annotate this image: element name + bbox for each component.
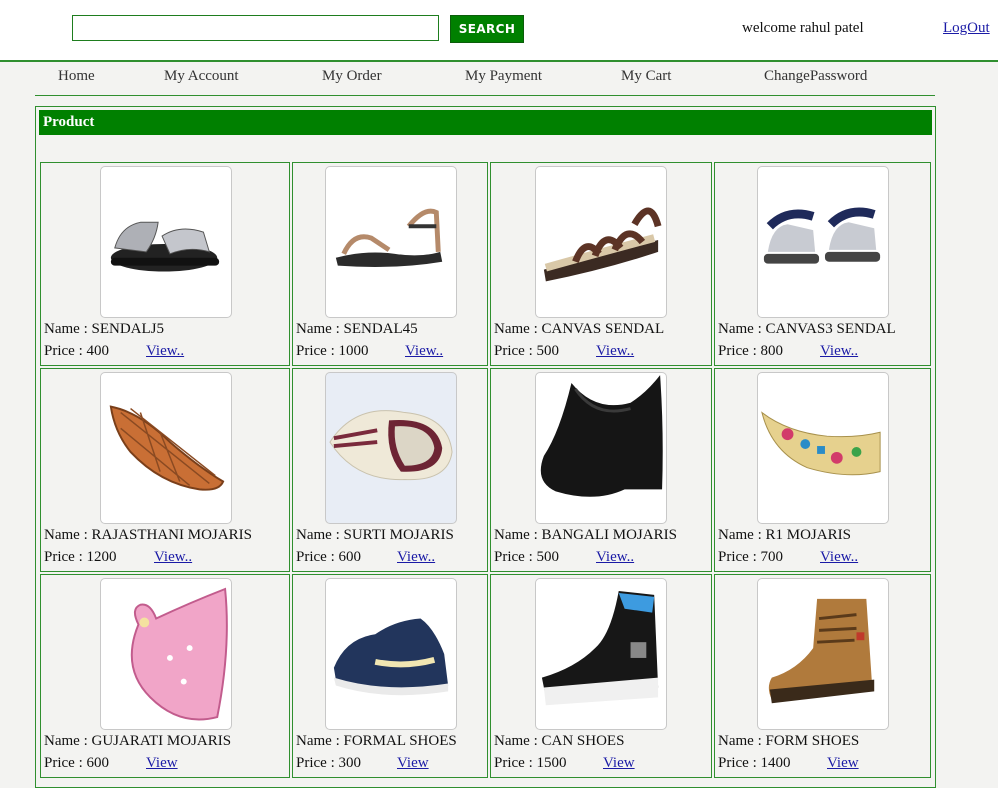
nav-my-account[interactable]: My Account	[164, 68, 239, 85]
sandal-icon	[335, 208, 443, 267]
view-link[interactable]: View..	[820, 343, 858, 360]
sandal-icon	[763, 207, 881, 264]
product-card: Name : SURTI MOJARIS Price : 600 View..	[292, 368, 488, 572]
view-link[interactable]: View..	[820, 549, 858, 566]
product-panel: Product Name : SENDALJ5 Price : 400 View…	[35, 106, 936, 788]
product-name: Name : FORMAL SHOES	[296, 733, 457, 749]
product-name: Name : CAN SHOES	[494, 733, 625, 749]
product-card: Name : BANGALI MOJARIS Price : 500 View.…	[490, 368, 712, 572]
nav-change-password[interactable]: ChangePassword	[764, 68, 867, 85]
product-price: Price : 1200	[44, 549, 117, 565]
product-price: Price : 1400	[718, 755, 791, 771]
product-price: Price : 300	[296, 755, 361, 771]
product-image[interactable]	[535, 166, 667, 318]
nav-my-cart[interactable]: My Cart	[621, 68, 671, 85]
mojari-icon	[130, 587, 228, 721]
view-link[interactable]: View..	[405, 343, 443, 360]
product-price: Price : 1000	[296, 343, 369, 359]
product-card: Name : GUJARATI MOJARIS Price : 600 View	[40, 574, 290, 778]
main-nav: Home My Account My Order My Payment My C…	[35, 61, 935, 96]
view-link[interactable]: View	[397, 755, 429, 772]
product-price: Price : 500	[494, 549, 559, 565]
mojari-icon	[761, 411, 881, 476]
sandal-icon	[110, 221, 220, 272]
product-image[interactable]	[325, 372, 457, 524]
product-price: Price : 700	[718, 549, 783, 565]
product-name: Name : SENDALJ5	[44, 321, 164, 337]
nav-my-payment[interactable]: My Payment	[465, 68, 542, 85]
view-link[interactable]: View..	[154, 549, 192, 566]
product-price: Price : 500	[494, 343, 559, 359]
product-price: Price : 800	[718, 343, 783, 359]
view-link[interactable]: View	[603, 755, 635, 772]
product-name: Name : SURTI MOJARIS	[296, 527, 454, 543]
product-card: Name : R1 MOJARIS Price : 700 View..	[714, 368, 931, 572]
view-link[interactable]: View..	[397, 549, 435, 566]
product-image[interactable]	[757, 166, 889, 318]
product-card: Name : FORMAL SHOES Price : 300 View	[292, 574, 488, 778]
shoe-icon	[333, 618, 449, 696]
search-button[interactable]: SEARCH	[450, 15, 524, 43]
shoe-icon	[541, 590, 659, 706]
product-image[interactable]	[535, 372, 667, 524]
product-image[interactable]	[757, 578, 889, 730]
product-image[interactable]	[325, 166, 457, 318]
mojari-icon	[329, 410, 453, 481]
product-image[interactable]	[757, 372, 889, 524]
logout-link[interactable]: LogOut	[943, 20, 990, 37]
product-name: Name : RAJASTHANI MOJARIS	[44, 527, 252, 543]
product-name: Name : CANVAS3 SENDAL	[718, 321, 896, 337]
product-price: Price : 400	[44, 343, 109, 359]
product-price: Price : 600	[44, 755, 109, 771]
view-link[interactable]: View..	[596, 343, 634, 360]
search-input[interactable]	[72, 15, 439, 41]
product-price: Price : 600	[296, 549, 361, 565]
nav-my-order[interactable]: My Order	[322, 68, 382, 85]
nav-home[interactable]: Home	[58, 68, 95, 85]
product-image[interactable]	[100, 372, 232, 524]
product-card: Name : SENDAL45 Price : 1000 View..	[292, 162, 488, 366]
view-link[interactable]: View	[146, 755, 178, 772]
view-link[interactable]: View	[827, 755, 859, 772]
view-link[interactable]: View..	[596, 549, 634, 566]
product-card: Name : CANVAS3 SENDAL Price : 800 View..	[714, 162, 931, 366]
mojari-icon	[109, 405, 225, 491]
shoe-icon	[768, 598, 875, 704]
product-card: Name : SENDALJ5 Price : 400 View..	[40, 162, 290, 366]
view-link[interactable]: View..	[146, 343, 184, 360]
product-name: Name : FORM SHOES	[718, 733, 860, 749]
product-image[interactable]	[100, 578, 232, 730]
sandal-icon	[543, 207, 662, 282]
mojari-icon	[540, 375, 663, 497]
product-card: Name : FORM SHOES Price : 1400 View	[714, 574, 931, 778]
product-card: Name : CANVAS SENDAL Price : 500 View..	[490, 162, 712, 366]
product-name: Name : SENDAL45	[296, 321, 418, 337]
product-name: Name : R1 MOJARIS	[718, 527, 851, 543]
product-name: Name : BANGALI MOJARIS	[494, 527, 677, 543]
product-name: Name : CANVAS SENDAL	[494, 321, 665, 337]
product-image[interactable]	[100, 166, 232, 318]
welcome-text: welcome rahul patel	[742, 20, 864, 36]
top-header: SEARCH welcome rahul patel LogOut	[0, 0, 998, 62]
product-image[interactable]	[325, 578, 457, 730]
product-name: Name : GUJARATI MOJARIS	[44, 733, 232, 749]
product-image[interactable]	[535, 578, 667, 730]
product-card: Name : CAN SHOES Price : 1500 View	[490, 574, 712, 778]
product-card: Name : RAJASTHANI MOJARIS Price : 1200 V…	[40, 368, 290, 572]
product-price: Price : 1500	[494, 755, 567, 771]
panel-title: Product	[39, 110, 932, 135]
